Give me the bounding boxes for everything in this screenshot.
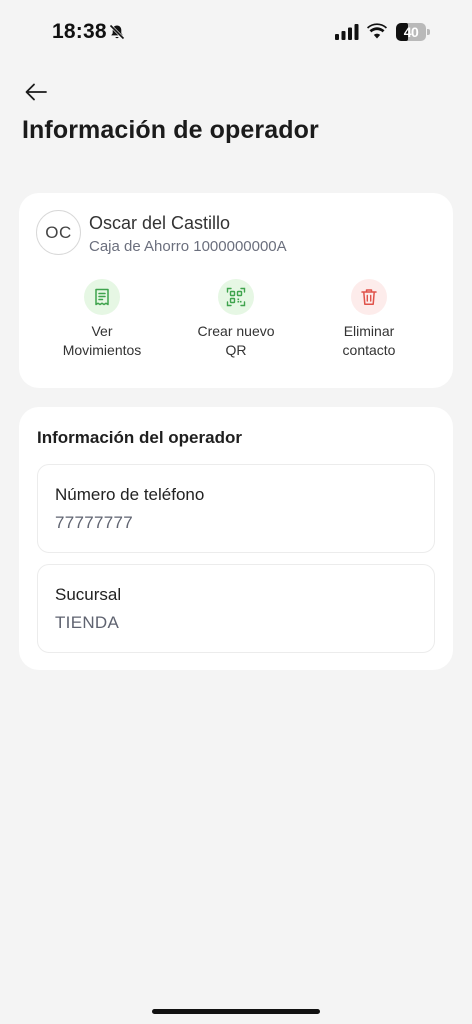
delete-contact-button[interactable]: Eliminar contacto [304,279,434,360]
home-indicator[interactable] [152,1009,320,1014]
receipt-icon [84,279,120,315]
branch-label: Sucursal [55,585,122,604]
delete-contact-label: Eliminar contacto [342,323,396,358]
phone-number-field: Número de teléfono 77777777 [37,464,435,553]
cellular-signal-icon [335,24,359,45]
bell-off-icon [108,23,126,46]
create-qr-label: Crear nuevo QR [197,323,275,358]
wifi-icon [367,23,387,44]
contact-name: Oscar del Castillo [89,213,231,233]
page-title: Información de operador [22,116,319,144]
status-bar: 18:38 40 [0,0,472,64]
trash-icon [351,279,387,315]
contact-card: OC Oscar del Castillo Caja de Ahorro 100… [19,193,453,388]
status-time: 18:38 [52,20,107,43]
branch-field: Sucursal TIENDA [37,564,435,653]
operator-info-title: Información del operador [37,428,242,447]
phone-number-value: 77777777 [55,513,134,532]
operator-info-card: Información del operador Número de teléf… [19,407,453,670]
back-button[interactable] [20,78,52,106]
contact-account: Caja de Ahorro 1000000000A [89,238,287,255]
qr-code-icon [218,279,254,315]
create-qr-button[interactable]: Crear nuevo QR [171,279,301,360]
arrow-left-icon [25,83,47,101]
view-movements-button[interactable]: Ver Movimientos [37,279,167,360]
view-movements-label: Ver Movimientos [62,323,142,358]
battery-icon: 40 [396,23,430,41]
branch-value: TIENDA [55,613,120,632]
battery-level: 40 [403,24,419,40]
avatar: OC [36,210,81,255]
phone-number-label: Número de teléfono [55,485,205,504]
